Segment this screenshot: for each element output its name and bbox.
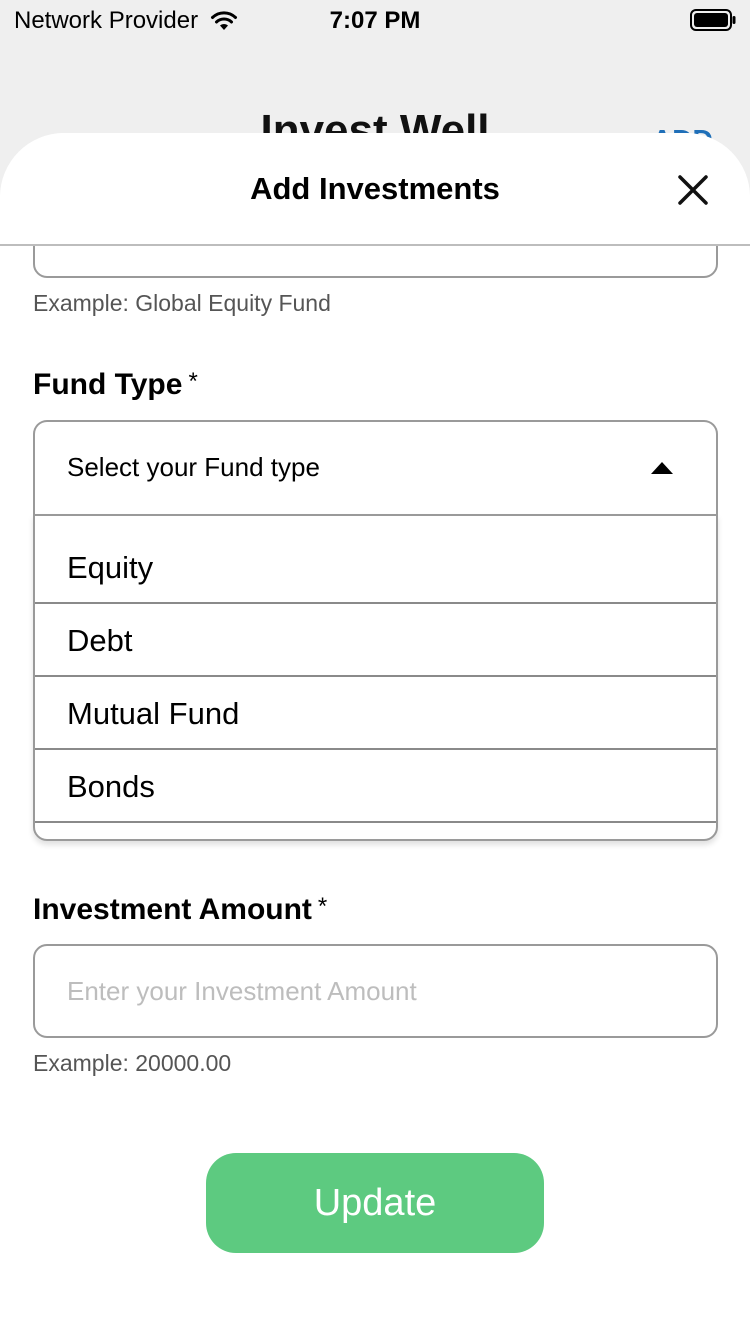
- required-mark: *: [188, 368, 198, 395]
- dropdown-option-bonds[interactable]: Bonds: [35, 750, 716, 823]
- fund-type-label: Fund Type *: [33, 368, 198, 402]
- sheet-title: Add Investments: [250, 171, 500, 206]
- investment-amount-label-text: Investment Amount: [33, 893, 312, 926]
- fund-type-select[interactable]: Select your Fund type: [33, 420, 718, 516]
- investment-amount-label: Investment Amount *: [33, 893, 327, 927]
- form-content: Example: Global Equity Fund Fund Type * S…: [0, 246, 750, 1334]
- caret-up-icon[interactable]: [651, 462, 673, 474]
- dropdown-option-equity[interactable]: Equity: [35, 516, 716, 604]
- dropdown-option-debt[interactable]: Debt: [35, 604, 716, 677]
- fund-type-selected-value: Select your Fund type: [67, 452, 320, 482]
- investment-amount-placeholder: Enter your Investment Amount: [67, 976, 417, 1006]
- investment-amount-hint: Example: 20000.00: [33, 1050, 232, 1076]
- sheet-header: Add Investments: [0, 133, 750, 246]
- required-mark: *: [317, 893, 328, 920]
- clock: 7:07 PM: [329, 7, 421, 34]
- update-button[interactable]: Update: [206, 1153, 544, 1253]
- dropdown-option-mutual-fund[interactable]: Mutual Fund: [35, 677, 716, 750]
- status-bar: Network Provider 7:07 PM: [0, 0, 750, 40]
- fund-name-hint: Example: Global Equity Fund: [33, 290, 331, 316]
- fund-type-label-text: Fund Type: [33, 368, 183, 401]
- add-investment-sheet: Add Investments Example: Global Equity F…: [0, 133, 750, 1334]
- fund-name-input[interactable]: [33, 246, 718, 278]
- screen: Network Provider 7:07 PM Invest Well ADD…: [0, 0, 750, 1334]
- fund-type-dropdown: Equity Debt Mutual Fund Bonds: [33, 514, 718, 841]
- battery-icon: [690, 9, 736, 31]
- close-icon[interactable]: [670, 167, 716, 213]
- investment-amount-input[interactable]: Enter your Investment Amount: [33, 944, 718, 1038]
